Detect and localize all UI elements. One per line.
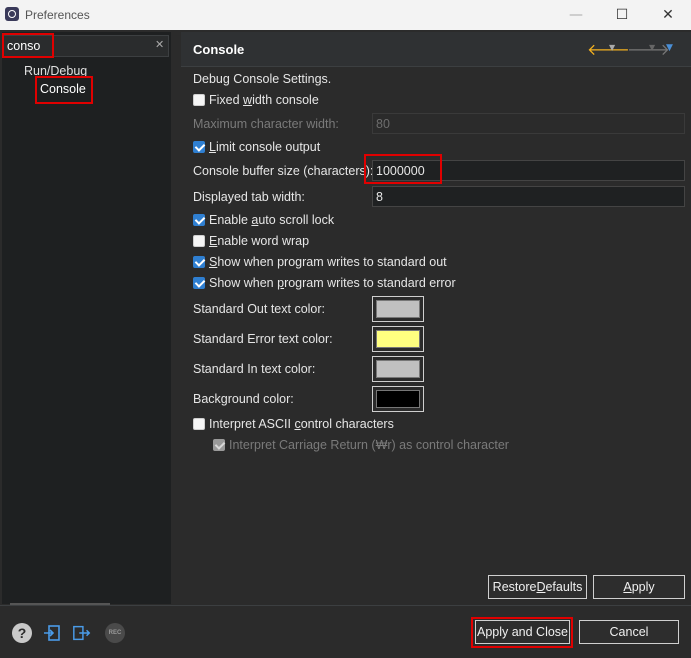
checkbox-label: Limit console output bbox=[209, 140, 321, 154]
auto-scroll-lock-checkbox[interactable]: Enable auto scroll lock bbox=[193, 212, 334, 228]
page-header: Console 🡐 ▼ 🡒 ▼ ▼ bbox=[181, 32, 691, 67]
show-on-stdout-checkbox[interactable]: Show when program writes to standard out bbox=[193, 254, 447, 270]
background-color-label: Background color: bbox=[193, 392, 294, 406]
view-menu-icon[interactable]: ▼ bbox=[666, 43, 673, 53]
export-icon[interactable] bbox=[72, 623, 92, 643]
window-title: Preferences bbox=[25, 8, 90, 22]
section-label: Debug Console Settings. bbox=[193, 72, 332, 86]
show-on-stderr-checkbox[interactable]: Show when program writes to standard err… bbox=[193, 275, 456, 291]
filter-input[interactable] bbox=[2, 35, 169, 57]
record-icon[interactable]: REC bbox=[105, 623, 125, 643]
checkbox-label: Interpret Carriage Return (₩r) as contro… bbox=[229, 438, 509, 452]
apply-button[interactable]: Apply bbox=[593, 575, 685, 599]
minimize-button[interactable]: — bbox=[553, 0, 599, 30]
maximize-button[interactable]: ☐ bbox=[599, 0, 645, 30]
close-button[interactable]: ✕ bbox=[645, 0, 691, 30]
stdout-color-button[interactable] bbox=[372, 296, 424, 322]
title-bar: Preferences — ☐ ✕ bbox=[0, 0, 691, 30]
checkbox-label: Enable word wrap bbox=[209, 234, 310, 248]
buffer-size-label: Console buffer size (characters): bbox=[193, 164, 374, 178]
checkbox-box[interactable] bbox=[193, 214, 205, 226]
eclipse-app-icon bbox=[5, 7, 19, 21]
tab-width-label: Displayed tab width: bbox=[193, 190, 305, 204]
checkbox-box[interactable] bbox=[193, 235, 205, 247]
help-icon[interactable]: ? bbox=[12, 623, 32, 643]
background-color-button[interactable] bbox=[372, 386, 424, 412]
tree-item-run-debug[interactable]: Run/Debug bbox=[24, 64, 87, 78]
checkbox-label: Enable auto scroll lock bbox=[209, 213, 335, 227]
checkbox-label: Show when program writes to standard err… bbox=[209, 276, 456, 290]
limit-console-output-checkbox[interactable]: Limit console output bbox=[193, 139, 320, 155]
checkbox-label: Fixed width console bbox=[209, 93, 319, 107]
word-wrap-checkbox[interactable]: Enable word wrap bbox=[193, 233, 309, 249]
checkbox-box bbox=[213, 439, 225, 451]
back-history-dropdown-icon[interactable]: ▼ bbox=[609, 43, 615, 52]
stderr-color-button[interactable] bbox=[372, 326, 424, 352]
import-icon[interactable] bbox=[42, 623, 62, 643]
checkbox-box[interactable] bbox=[193, 277, 205, 289]
clear-filter-icon[interactable]: ✕ bbox=[155, 38, 164, 51]
pane-splitter[interactable] bbox=[171, 32, 181, 604]
stdin-color-button[interactable] bbox=[372, 356, 424, 382]
checkbox-box[interactable] bbox=[193, 418, 205, 430]
apply-and-close-button[interactable]: Apply and Close bbox=[475, 620, 570, 644]
color-swatch bbox=[376, 330, 420, 348]
color-swatch bbox=[376, 360, 420, 378]
tree-item-console[interactable]: Console bbox=[40, 82, 86, 96]
checkbox-label: Show when program writes to standard out bbox=[209, 255, 447, 269]
cancel-button[interactable]: Cancel bbox=[579, 620, 679, 644]
color-swatch bbox=[376, 390, 420, 408]
preference-tree-pane bbox=[2, 32, 171, 604]
checkbox-box[interactable] bbox=[193, 256, 205, 268]
interpret-carriage-return-checkbox: Interpret Carriage Return (₩r) as contro… bbox=[213, 437, 509, 453]
restore-defaults-button[interactable]: Restore Defaults bbox=[488, 575, 587, 599]
max-char-width-field bbox=[372, 113, 685, 134]
page-title: Console bbox=[193, 42, 245, 57]
stdout-color-label: Standard Out text color: bbox=[193, 302, 326, 316]
interpret-ascii-checkbox[interactable]: Interpret ASCII control characters bbox=[193, 416, 394, 432]
tab-width-field[interactable] bbox=[372, 186, 685, 207]
max-char-width-label: Maximum character width: bbox=[193, 117, 339, 131]
buffer-size-field[interactable] bbox=[372, 160, 685, 181]
forward-history-dropdown-icon[interactable]: ▼ bbox=[649, 43, 655, 52]
stdin-color-label: Standard In text color: bbox=[193, 362, 316, 376]
color-swatch bbox=[376, 300, 420, 318]
checkbox-box[interactable] bbox=[193, 141, 205, 153]
fixed-width-console-checkbox[interactable]: Fixed width console bbox=[193, 92, 319, 108]
stderr-color-label: Standard Error text color: bbox=[193, 332, 333, 346]
checkbox-label: Interpret ASCII control characters bbox=[209, 417, 394, 431]
checkbox-box[interactable] bbox=[193, 94, 205, 106]
